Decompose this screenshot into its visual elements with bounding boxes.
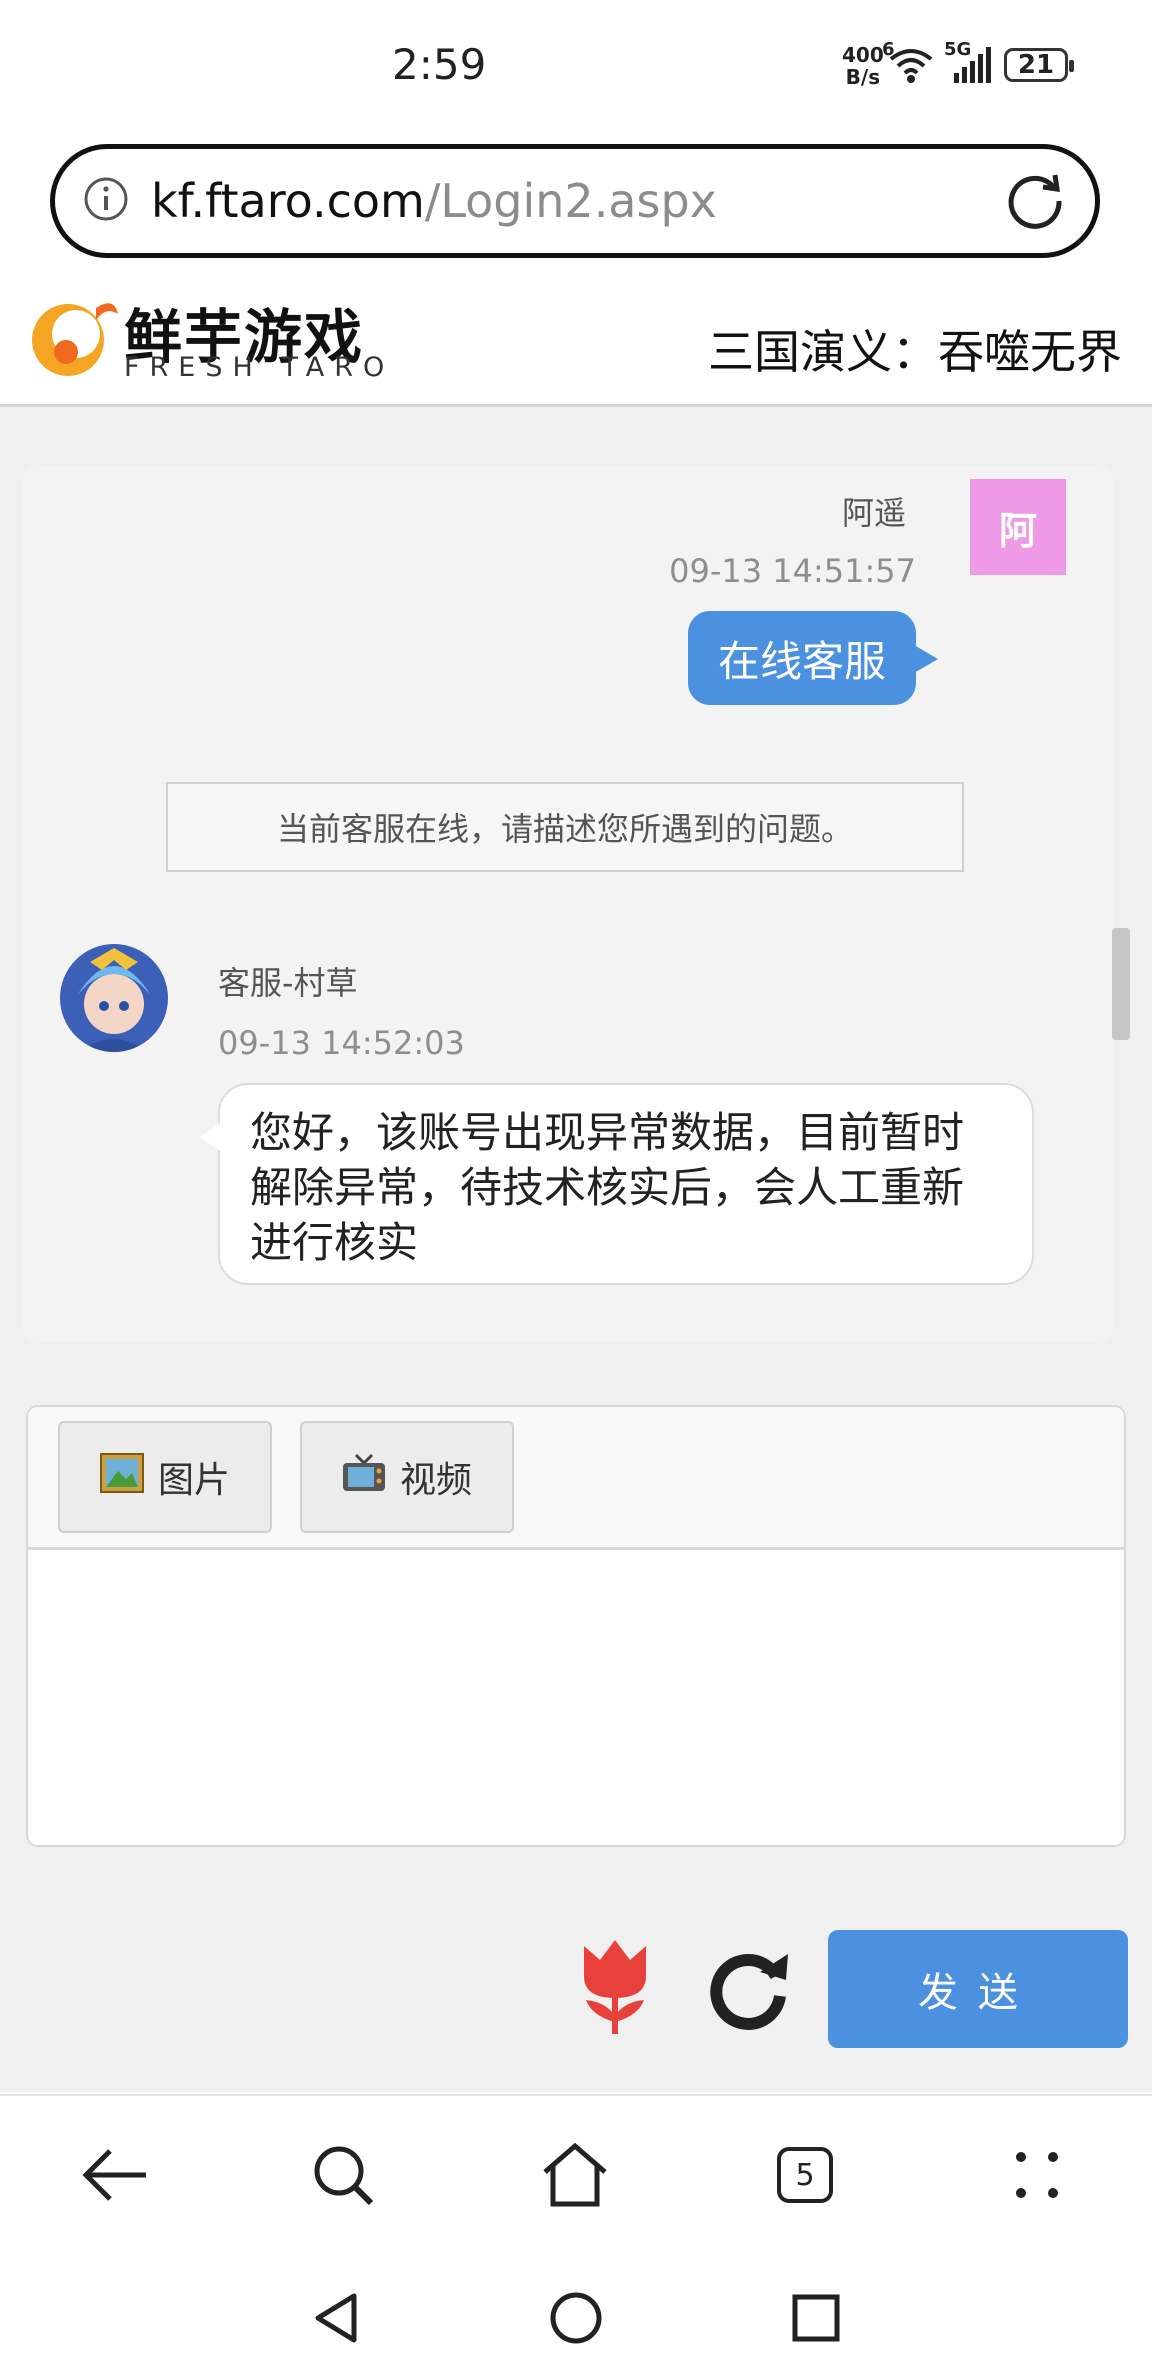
user-name: 阿遥: [841, 494, 906, 532]
system-back-icon[interactable]: [296, 2278, 376, 2358]
info-icon[interactable]: [83, 176, 129, 226]
user-avatar: 阿: [970, 479, 1066, 575]
chat-scrollbar[interactable]: [1112, 928, 1130, 1040]
image-button-label: 图片: [157, 1460, 230, 1501]
agent-name: 客服-村草: [218, 964, 358, 1002]
status-time: 2:59: [392, 40, 487, 89]
url-path: /Login2.aspx: [424, 174, 717, 228]
logo-english: FRESH TARO: [124, 352, 395, 383]
user-message-bubble: 在线客服: [687, 611, 939, 705]
tabs-count: 5: [777, 2147, 833, 2203]
wifi-label: 6: [882, 39, 895, 60]
home-icon[interactable]: [530, 2130, 620, 2220]
agent-message-bubble: 您好，该账号出现异常数据，目前暂时解除异常，待技术核实后，会人工重新进行核实: [200, 1083, 1034, 1285]
battery-level: 21: [1017, 50, 1055, 80]
tulip-icon[interactable]: [572, 1936, 658, 2036]
back-icon[interactable]: [70, 2130, 160, 2220]
picture-icon: [99, 1452, 144, 1502]
speed-unit: B/s: [845, 65, 881, 89]
wifi-icon: 6: [882, 39, 934, 85]
agent-avatar: [60, 944, 168, 1052]
refresh-icon[interactable]: [702, 1942, 794, 2034]
system-recents-icon[interactable]: [776, 2278, 856, 2358]
reload-icon[interactable]: [1003, 167, 1067, 235]
battery-icon: 21: [1004, 48, 1074, 82]
fresh-taro-logo-icon[interactable]: [26, 290, 122, 380]
agent-message-time: 09-13 14:52:03: [218, 1024, 465, 1062]
message-composer: 图片 视频: [26, 1405, 1126, 1847]
tv-icon: [342, 1453, 386, 1502]
signal-icon: 5G: [944, 39, 994, 85]
status-icons: 6 5G 21: [882, 39, 1074, 90]
message-input[interactable]: [28, 1550, 1124, 1845]
service-notice: 当前客服在线，请描述您所遇到的问题。: [166, 782, 964, 872]
game-title: 三国演义：吞噬无界: [708, 325, 1122, 379]
tabs-button[interactable]: 5: [760, 2130, 850, 2220]
search-icon[interactable]: [298, 2130, 388, 2220]
url-bar[interactable]: kf.ftaro.com/Login2.aspx: [50, 144, 1100, 258]
system-home-icon[interactable]: [536, 2278, 616, 2358]
url-domain: kf.ftaro.com: [151, 174, 425, 228]
more-menu-icon[interactable]: [992, 2130, 1082, 2220]
speed-value: 400: [842, 43, 884, 67]
user-message-time: 09-13 14:51:57: [669, 552, 916, 590]
image-button[interactable]: 图片: [58, 1421, 272, 1533]
network-speed: 400 B/s: [842, 44, 884, 88]
send-button[interactable]: 发送: [828, 1930, 1128, 2048]
video-button[interactable]: 视频: [300, 1421, 514, 1533]
composer-toolbar: 图片 视频: [28, 1407, 1124, 1550]
url-text[interactable]: kf.ftaro.com/Login2.aspx: [151, 174, 1003, 228]
video-button-label: 视频: [399, 1460, 472, 1501]
